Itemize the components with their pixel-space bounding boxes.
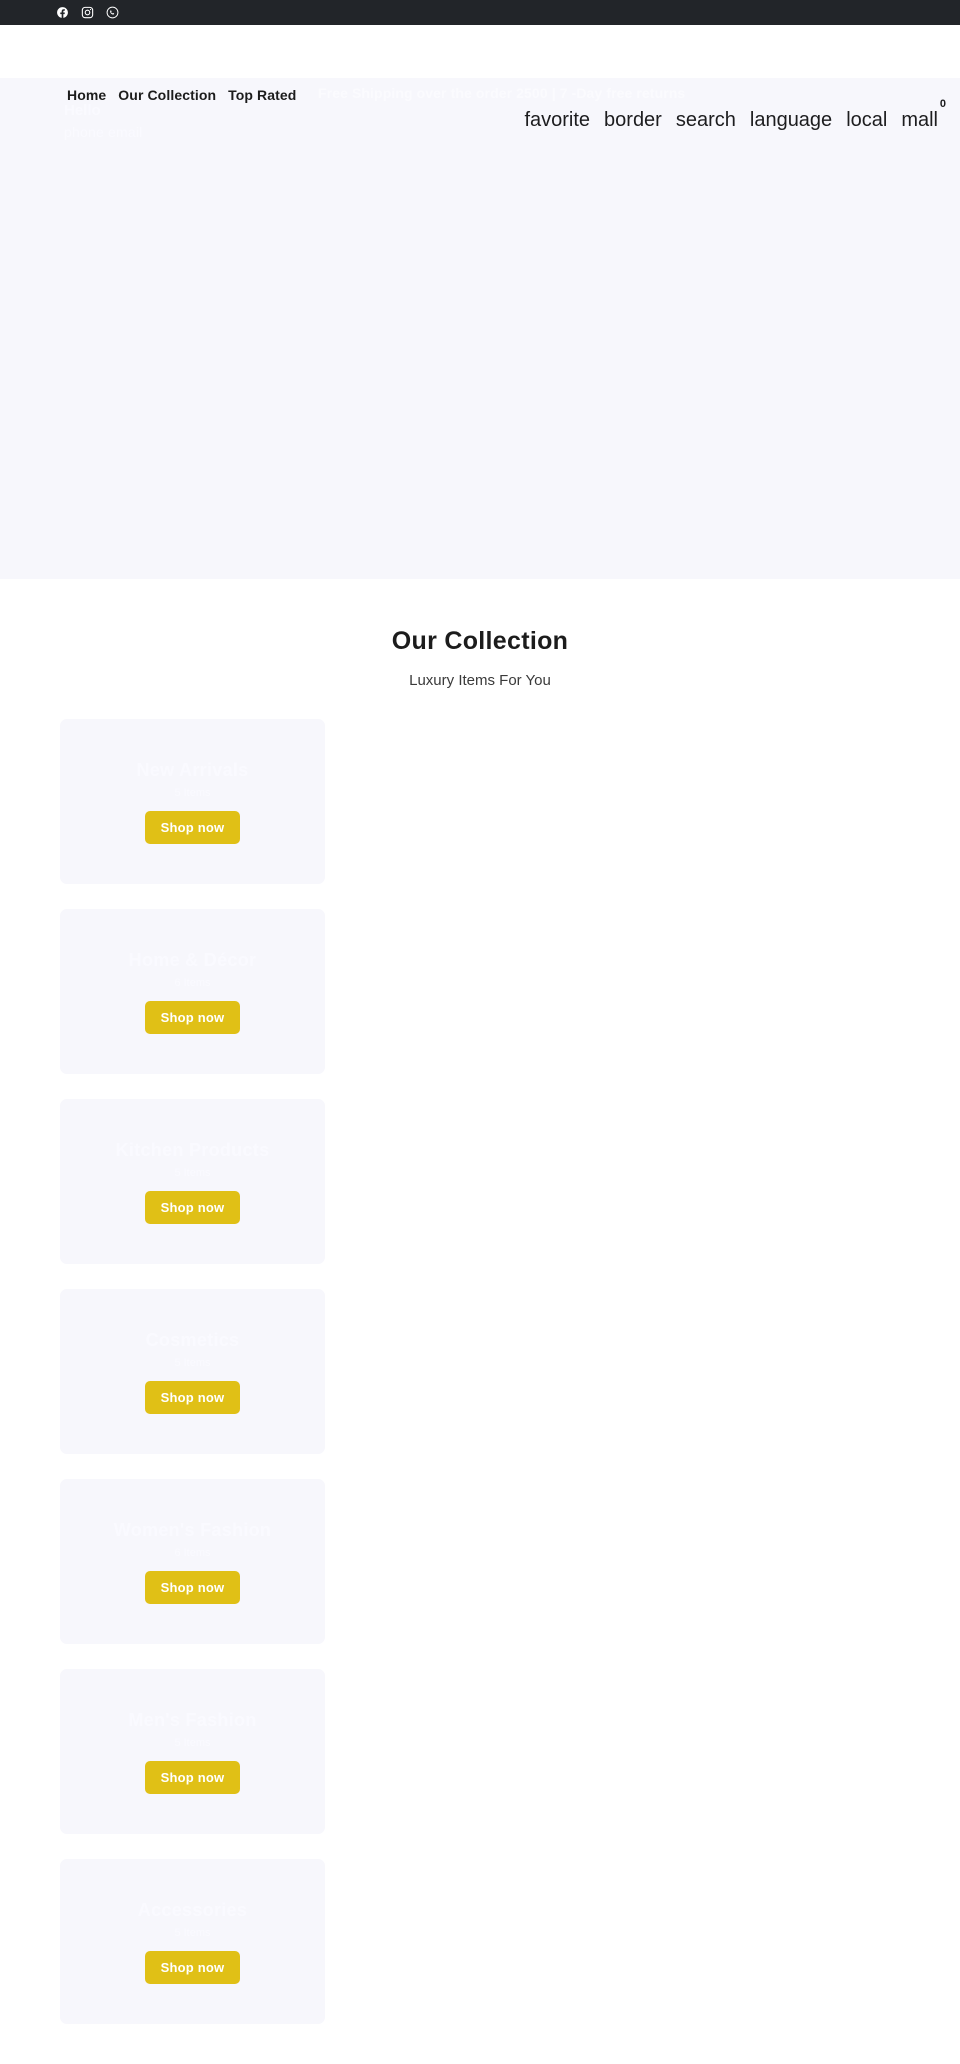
- cart-count-badge: 0: [939, 98, 946, 110]
- top-social-bar: [0, 0, 960, 25]
- shop-now-button[interactable]: Shop now: [144, 1000, 241, 1034]
- instagram-icon[interactable]: [81, 6, 94, 19]
- card-item-count: 5 Items: [174, 786, 211, 799]
- card-title: Accessories: [137, 1899, 248, 1920]
- section-title: Our Collection: [391, 627, 569, 655]
- card-item-count: 5 Items: [174, 1736, 211, 1749]
- card-item-count: 5 Items: [174, 1166, 211, 1179]
- card-title: Home & Décor: [128, 949, 257, 970]
- nav-item-top-rated[interactable]: Top Rated: [228, 87, 296, 103]
- card-item-count: 5 Items: [174, 1926, 211, 1939]
- hero-banner: Home Our Collection Top Rated Free Shipp…: [0, 78, 960, 579]
- card-item-count: 6 Items: [174, 976, 211, 989]
- user-greeting: Hello: [64, 102, 101, 119]
- shop-now-button[interactable]: Shop now: [144, 1570, 241, 1604]
- shop-now-button[interactable]: Shop now: [144, 1190, 241, 1224]
- card-title: Women's Fashion: [113, 1519, 272, 1540]
- card-title: Kitchen Products: [115, 1139, 270, 1160]
- cart-icon[interactable]: mall: [901, 110, 938, 130]
- card-title: New Arrivals: [136, 759, 249, 780]
- whatsapp-icon[interactable]: [106, 6, 119, 19]
- card-item-count: 6 Items: [174, 1546, 211, 1559]
- card-title: Cosmetics: [145, 1329, 240, 1350]
- facebook-icon[interactable]: [56, 6, 69, 19]
- header-spacer: [0, 25, 960, 78]
- language-icon[interactable]: language: [750, 110, 832, 130]
- main-navigation: Home Our Collection Top Rated: [67, 87, 296, 103]
- header-nav-row: Home Our Collection Top Rated Free Shipp…: [0, 84, 960, 140]
- nav-item-home[interactable]: Home: [67, 87, 106, 103]
- collection-card[interactable]: Men's Fashion 5 Items Shop now: [60, 1669, 325, 1834]
- header-actions: favorite border search language local ma…: [524, 99, 946, 131]
- collection-card-list: New Arrivals 5 Items Shop now Home & Déc…: [0, 719, 960, 2064]
- shop-now-button[interactable]: Shop now: [144, 1760, 241, 1794]
- collection-card[interactable]: Women's Fashion 6 Items Shop now: [60, 1479, 325, 1644]
- border-icon[interactable]: border: [604, 110, 662, 130]
- card-title: Men's Fashion: [128, 1709, 257, 1730]
- local-icon[interactable]: local: [846, 110, 887, 130]
- favorite-icon[interactable]: favorite: [524, 110, 590, 130]
- contact-info: phone email: [64, 124, 143, 140]
- shop-now-button[interactable]: Shop now: [144, 810, 241, 844]
- collection-card[interactable]: Cosmetics 5 Items Shop now: [60, 1289, 325, 1454]
- collection-card[interactable]: Home & Décor 6 Items Shop now: [60, 909, 325, 1074]
- section-subtitle: Luxury Items For You: [409, 672, 551, 689]
- cart-button[interactable]: mall 0: [901, 99, 946, 131]
- collection-card[interactable]: Accessories 5 Items Shop now: [60, 1859, 325, 2024]
- shop-now-button[interactable]: Shop now: [144, 1950, 241, 1984]
- collection-card[interactable]: Kitchen Products 5 Items Shop now: [60, 1099, 325, 1264]
- card-item-count: 5 Items: [174, 1356, 211, 1369]
- shop-now-button[interactable]: Shop now: [144, 1380, 241, 1414]
- nav-item-our-collection[interactable]: Our Collection: [118, 87, 216, 103]
- promo-banner-text: Free Shipping over the order 2500 | 7 -D…: [318, 85, 686, 101]
- collection-section: Our Collection Luxury Items For You New …: [0, 579, 960, 2064]
- collection-card[interactable]: New Arrivals 5 Items Shop now: [60, 719, 325, 884]
- search-icon[interactable]: search: [676, 110, 736, 130]
